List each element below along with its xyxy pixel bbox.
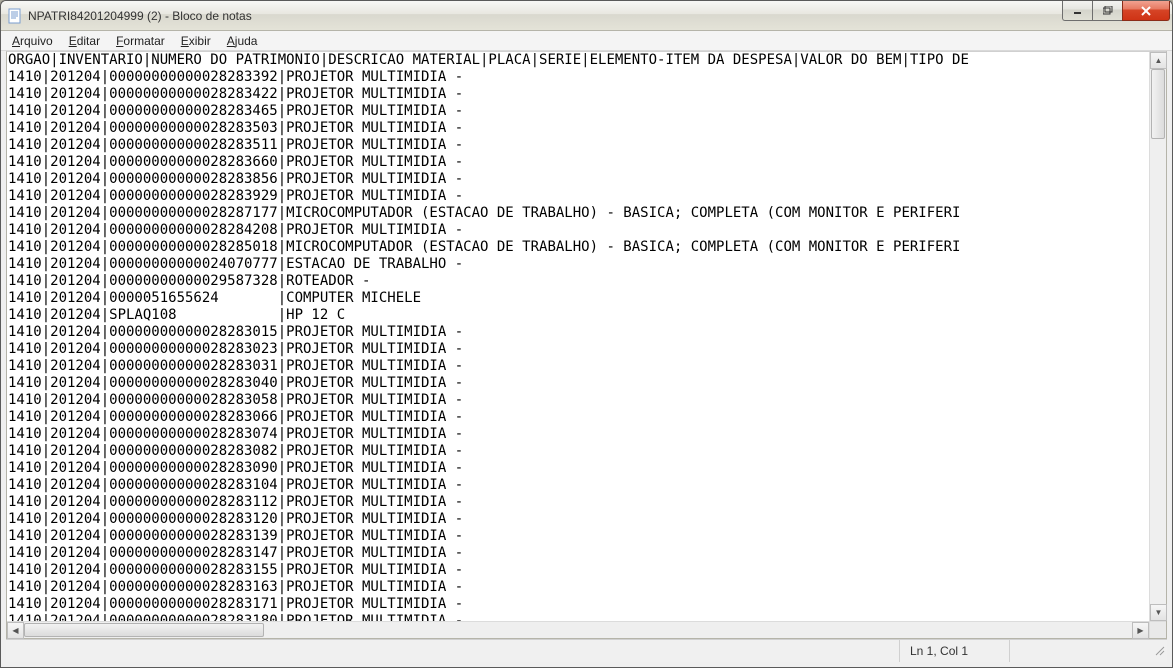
horizontal-scroll-track[interactable] — [24, 622, 1132, 638]
scroll-right-arrow-icon[interactable]: ▶ — [1132, 622, 1149, 639]
notepad-window: NPATRI84201204999 (2) - Bloco de notas A… — [0, 0, 1173, 668]
vertical-scroll-thumb[interactable] — [1151, 69, 1165, 139]
menu-arquivo[interactable]: Arquivo — [5, 33, 60, 49]
vertical-scrollbar[interactable]: ▲ ▼ — [1149, 52, 1166, 621]
horizontal-scrollbar[interactable]: ◀ ▶ — [7, 621, 1166, 638]
menu-ajuda[interactable]: Ajuda — [220, 33, 265, 49]
vertical-scroll-track[interactable] — [1150, 69, 1166, 604]
menu-editar[interactable]: Editar — [62, 33, 107, 49]
titlebar[interactable]: NPATRI84201204999 (2) - Bloco de notas — [1, 1, 1172, 31]
resize-grip-icon[interactable] — [1149, 644, 1167, 658]
minimize-icon — [1073, 6, 1083, 16]
notepad-app-icon — [7, 8, 23, 24]
minimize-button[interactable] — [1062, 1, 1092, 21]
scroll-down-arrow-icon[interactable]: ▼ — [1150, 604, 1167, 621]
horizontal-scroll-thumb[interactable] — [24, 623, 264, 637]
window-controls — [1062, 1, 1170, 30]
statusbar: Ln 1, Col 1 — [6, 639, 1167, 662]
status-position: Ln 1, Col 1 — [899, 640, 1009, 662]
editor-content[interactable]: ORGAO|INVENTARIO|NUMERO DO PATRIMONIO|DE… — [7, 52, 1149, 621]
scrollbar-corner — [1149, 622, 1166, 638]
menubar: Arquivo Editar Formatar Exibir Ajuda — [1, 31, 1172, 51]
menu-formatar[interactable]: Formatar — [109, 33, 172, 49]
maximize-icon — [1103, 6, 1113, 16]
client-area: ORGAO|INVENTARIO|NUMERO DO PATRIMONIO|DE… — [6, 51, 1167, 639]
menu-exibir[interactable]: Exibir — [174, 33, 218, 49]
close-button[interactable] — [1122, 1, 1170, 21]
window-title: NPATRI84201204999 (2) - Bloco de notas — [28, 9, 1062, 23]
status-empty — [1009, 640, 1149, 662]
close-icon — [1140, 5, 1152, 17]
scroll-left-arrow-icon[interactable]: ◀ — [7, 622, 24, 639]
maximize-button[interactable] — [1092, 1, 1122, 21]
text-editor[interactable]: ORGAO|INVENTARIO|NUMERO DO PATRIMONIO|DE… — [7, 52, 1149, 621]
scroll-up-arrow-icon[interactable]: ▲ — [1150, 52, 1167, 69]
